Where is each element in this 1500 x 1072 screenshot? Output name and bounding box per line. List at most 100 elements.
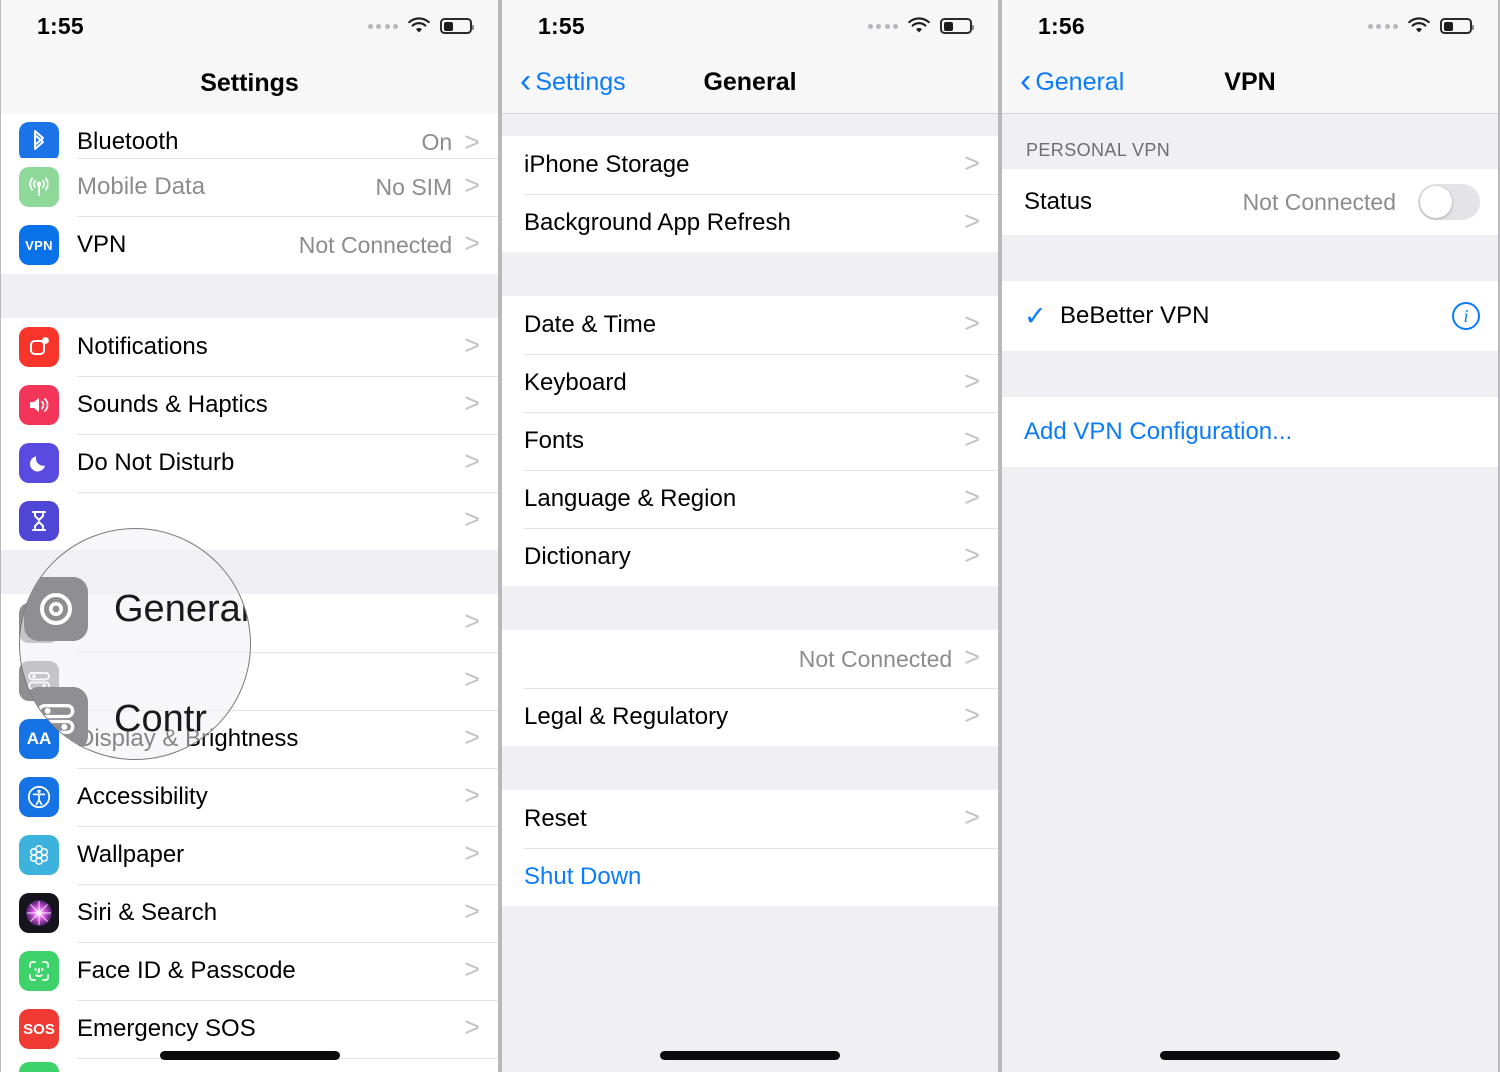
list-item-label: Date & Time [524, 311, 657, 338]
list-item-wallpaper[interactable]: Wallpaper > [1, 826, 498, 884]
list-item-value: No SIM [375, 173, 453, 200]
list-item-label: Sounds & Haptics [77, 391, 268, 418]
status-label: Status [1024, 188, 1093, 215]
general-list[interactable]: iPhone Storage > Background App Refresh … [502, 114, 998, 1072]
vpn-toggle[interactable] [1418, 184, 1480, 220]
list-item-vpn[interactable]: Not Connected > [502, 630, 998, 688]
chevron-right-icon: > [464, 838, 480, 868]
list-item-general[interactable]: > [1, 594, 498, 652]
sounds-icon [19, 385, 59, 425]
list-item-value: Not Connected [298, 231, 453, 258]
list-item-language-region[interactable]: Language & Region > [502, 470, 998, 528]
group-separator [1002, 235, 1498, 281]
chevron-right-icon: > [964, 206, 980, 236]
section-header-personal-vpn: PERSONAL VPN [1002, 114, 1498, 169]
chevron-right-icon: > [464, 664, 480, 694]
screen-time-icon [19, 501, 59, 541]
list-item-bebetter-vpn[interactable]: ✓ BeBetter VPN i [1002, 281, 1498, 351]
vpn-status-group: Status Not Connected [1002, 169, 1498, 235]
list-item-label: Emergency SOS [77, 1015, 256, 1042]
list-item-mobile-data[interactable]: Mobile Data No SIM > [1, 158, 498, 216]
back-button-label: General [1035, 68, 1125, 96]
list-item-reset[interactable]: Reset > [502, 790, 998, 848]
chevron-right-icon: > [464, 388, 480, 418]
list-item-shut-down[interactable]: Shut Down [502, 848, 998, 906]
list-item-add-vpn-configuration[interactable]: Add VPN Configuration... [1002, 397, 1498, 467]
list-item-accessibility[interactable]: Accessibility > [1, 768, 498, 826]
list-item-siri-search[interactable]: Siri & Search > [1, 884, 498, 942]
chevron-right-icon: > [964, 540, 980, 570]
list-item-do-not-disturb[interactable]: Do Not Disturb > [1, 434, 498, 492]
list-item-label: Mobile Data [77, 173, 206, 200]
list-item-label: Face ID & Passcode [77, 957, 296, 984]
list-item-dictionary[interactable]: Dictionary > [502, 528, 998, 586]
list-item-label: Accessibility [77, 783, 208, 810]
list-item-date-time[interactable]: Date & Time > [502, 296, 998, 354]
settings-list[interactable]: Bluetooth On > Mobile Data No SIM > VPN … [1, 114, 498, 1072]
battery-icon [940, 18, 974, 34]
list-item-keyboard[interactable]: Keyboard > [502, 354, 998, 412]
list-item-emergency-sos[interactable]: SOS Emergency SOS > [1, 1000, 498, 1058]
info-icon[interactable]: i [1452, 302, 1480, 330]
general-group-locale: Date & Time > Keyboard > Fonts > Languag… [502, 296, 998, 586]
list-item-screen-time[interactable]: > [1, 492, 498, 550]
add-vpn-label: Add VPN Configuration... [1024, 418, 1293, 445]
settings-group-alerts: Notifications > Sounds & Haptics > Do No… [1, 318, 498, 550]
vpn-list[interactable]: PERSONAL VPN Status Not Connected ✓ BeBe… [1002, 114, 1498, 1072]
list-item-label: Dictionary [524, 543, 631, 570]
battery-icon [440, 18, 474, 34]
chevron-right-icon: > [464, 722, 480, 752]
general-group-storage: iPhone Storage > Background App Refresh … [502, 136, 998, 252]
page-title: Settings [200, 68, 299, 97]
chevron-right-icon: > [964, 802, 980, 832]
list-item-label: Notifications [77, 333, 208, 360]
signal-dots-icon [867, 23, 898, 29]
list-item-display-brightness[interactable]: AA Display & Brightness > [1, 710, 498, 768]
list-item-sounds-haptics[interactable]: Sounds & Haptics > [1, 376, 498, 434]
chevron-right-icon: > [964, 700, 980, 730]
accessibility-icon [19, 777, 59, 817]
wifi-icon [1408, 17, 1430, 33]
list-item-bluetooth[interactable]: Bluetooth On > [1, 114, 498, 162]
list-item-label: Display & Brightness [77, 725, 299, 752]
chevron-right-icon: > [964, 148, 980, 178]
display-brightness-icon: AA [19, 719, 59, 759]
home-indicator [502, 1051, 998, 1060]
settings-group-system: > > AA Display & Brightness > Accessibil… [1, 594, 498, 1072]
chevron-right-icon: > [464, 170, 480, 200]
wifi-icon [908, 17, 930, 33]
status-bar: 1:55 [1, 0, 498, 52]
general-group-reset: Reset > Shut Down [502, 790, 998, 906]
list-item-fonts[interactable]: Fonts > [502, 412, 998, 470]
checkmark-icon: ✓ [1024, 300, 1047, 331]
chevron-right-icon: > [964, 424, 980, 454]
list-item-legal-regulatory[interactable]: Legal & Regulatory > [502, 688, 998, 746]
list-item-label: Reset [524, 805, 587, 832]
list-item-control-centre[interactable]: > [1, 652, 498, 710]
back-button-general[interactable]: ‹ General [1020, 64, 1125, 98]
home-indicator [1002, 1051, 1498, 1060]
status-value: Not Connected [1242, 188, 1396, 215]
back-button-settings[interactable]: ‹ Settings [520, 62, 626, 100]
list-item-vpn[interactable]: VPN VPN Not Connected > [1, 216, 498, 274]
list-item-label: iPhone Storage [524, 151, 690, 178]
chevron-right-icon: > [464, 330, 480, 360]
phone-panel-general: 1:55 ‹ Settings General iPhone Storage >… [500, 0, 1000, 1072]
list-item-notifications[interactable]: Notifications > [1, 318, 498, 376]
chevron-right-icon: > [964, 482, 980, 512]
list-item-label: Bluetooth [77, 128, 179, 155]
chevron-left-icon: ‹ [520, 62, 532, 100]
list-item-label: Wallpaper [77, 841, 185, 868]
status-bar: 1:56 [1002, 0, 1498, 52]
list-item-iphone-storage[interactable]: iPhone Storage > [502, 136, 998, 194]
chevron-right-icon: > [464, 1012, 480, 1042]
list-item-partial[interactable] [1, 1058, 498, 1072]
three-panel-tutorial-image: 1:55 Settings Bluetooth On > Mobile Data… [0, 0, 1500, 1072]
list-item-label: Legal & Regulatory [524, 703, 729, 730]
nav-bar: Settings [1, 52, 498, 114]
list-item-status[interactable]: Status Not Connected [1002, 169, 1498, 235]
list-item-background-app-refresh[interactable]: Background App Refresh > [502, 194, 998, 252]
vpn-config-group: ✓ BeBetter VPN i [1002, 281, 1498, 351]
list-item-face-id-passcode[interactable]: Face ID & Passcode > [1, 942, 498, 1000]
back-button-label: Settings [535, 68, 626, 96]
